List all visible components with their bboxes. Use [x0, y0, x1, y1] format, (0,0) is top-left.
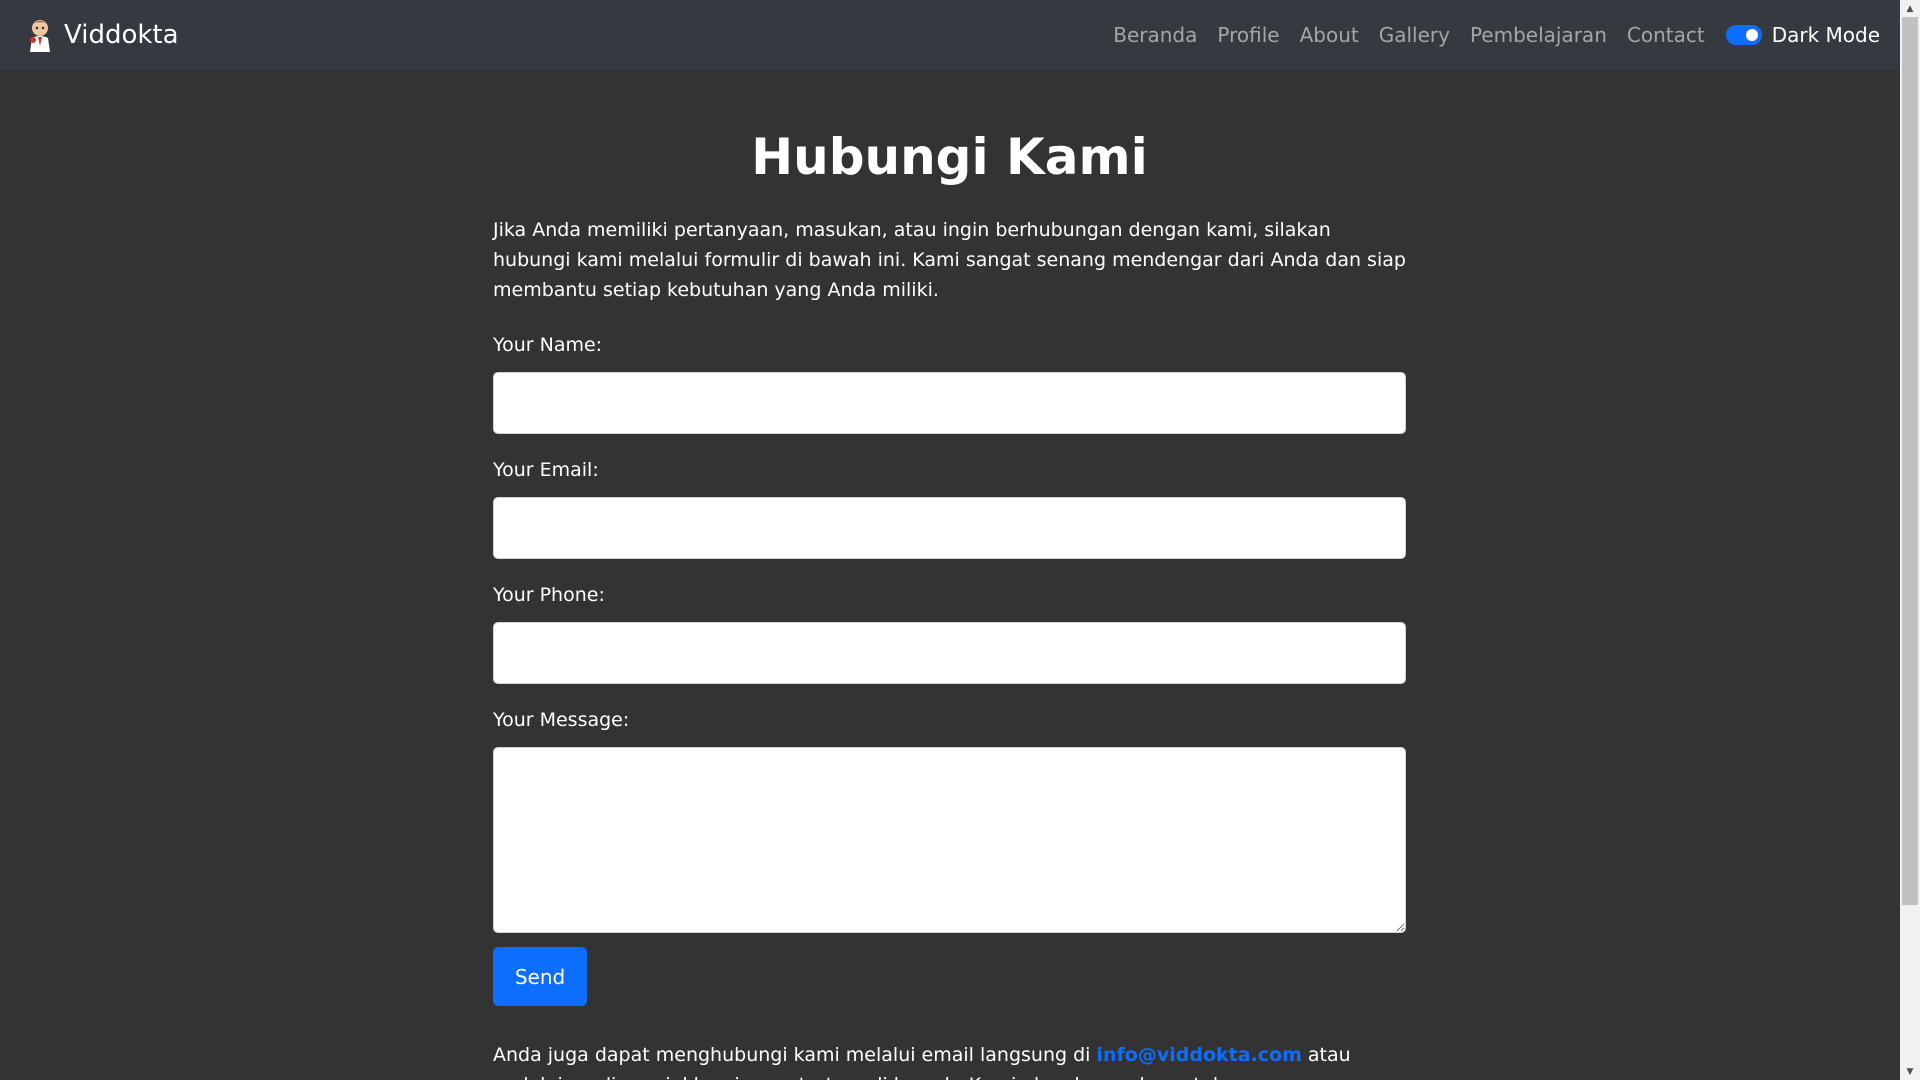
brand-link[interactable]: Viddokta [24, 18, 179, 52]
footer-text-before: Anda juga dapat menghubungi kami melalui… [493, 1044, 1097, 1066]
phone-input[interactable] [493, 622, 1406, 684]
scroll-down-icon[interactable]: ▼ [1900, 1063, 1920, 1080]
email-label: Your Email: [493, 459, 599, 481]
email-link[interactable]: info@viddokta.com [1096, 1044, 1301, 1066]
message-label: Your Message: [493, 709, 630, 731]
name-input[interactable] [493, 372, 1406, 434]
nav-menu: Beranda Profile About Gallery Pembelajar… [1093, 23, 1880, 47]
nav-link-profile[interactable]: Profile [1217, 23, 1279, 47]
name-label: Your Name: [493, 334, 603, 356]
top-navbar: Viddokta Beranda Profile About Gallery P… [0, 0, 1900, 70]
switch-knob [1745, 29, 1758, 41]
brand-logo-icon [30, 20, 50, 52]
nav-link-beranda[interactable]: Beranda [1113, 23, 1197, 47]
dark-mode-label: Dark Mode [1771, 23, 1880, 47]
dark-mode-switch[interactable] [1725, 25, 1762, 45]
contact-footer-text: Anda juga dapat menghubungi kami melalui… [493, 1040, 1406, 1080]
page-scrollbar[interactable]: ▲ ▼ [1900, 0, 1920, 1080]
contact-form: Your Name: Your Email: Your Phone: Your … [493, 333, 1406, 1006]
email-input[interactable] [493, 497, 1406, 559]
page-title: Hubungi Kami [751, 128, 1148, 186]
main-content: Hubungi Kami Jika Anda memiliki pertanya… [493, 70, 1406, 1080]
nav-link-gallery[interactable]: Gallery [1379, 23, 1450, 47]
message-textarea[interactable] [493, 747, 1406, 933]
nav-link-about[interactable]: About [1300, 23, 1359, 47]
send-button[interactable]: Send [493, 947, 587, 1006]
intro-paragraph: Jika Anda memiliki pertanyaan, masukan, … [493, 219, 1406, 301]
dark-mode-toggle[interactable]: Dark Mode [1725, 23, 1880, 47]
brand-name: Viddokta [64, 20, 179, 50]
phone-label: Your Phone: [493, 584, 605, 606]
scroll-thumb[interactable] [1902, 17, 1918, 905]
nav-link-contact[interactable]: Contact [1627, 23, 1705, 47]
nav-link-pembelajaran[interactable]: Pembelajaran [1470, 23, 1607, 47]
scroll-up-icon[interactable]: ▲ [1900, 0, 1920, 17]
